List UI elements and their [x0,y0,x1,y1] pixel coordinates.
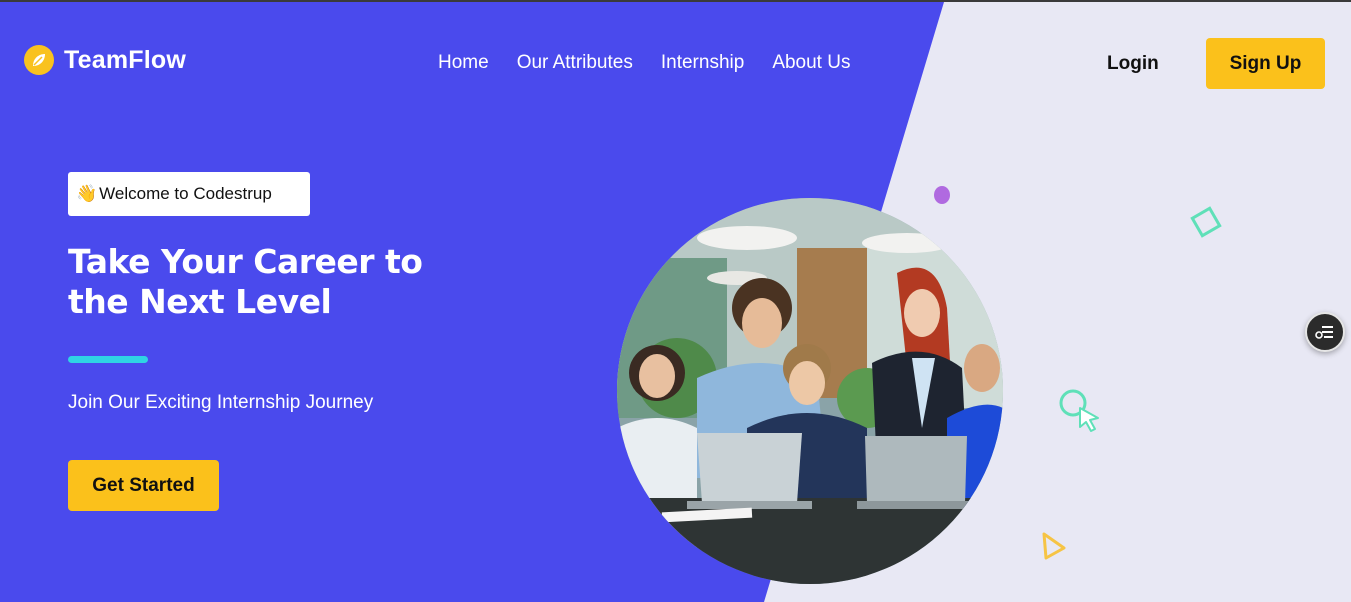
purple-dot [934,186,950,204]
hero-title-line-1: Take Your Career to [68,242,423,281]
hero-title-line-2: the Next Level [68,282,332,321]
brand-logo[interactable]: TeamFlow [24,45,186,75]
yellow-triangle [1042,532,1066,560]
hero-title: Take Your Career to the Next Level [68,242,468,322]
hero-subtitle: Join Our Exciting Internship Journey [68,392,374,413]
login-link[interactable]: Login [1107,53,1159,75]
signup-button[interactable]: Sign Up [1206,38,1325,89]
welcome-text: Welcome to Codestrup [99,184,272,203]
nav-item-about-us[interactable]: About Us [772,52,850,74]
waving-hand-icon: 👋 [76,184,98,203]
hero-team-photo [617,198,1003,584]
teal-diamond [1190,206,1222,238]
nav-item-home[interactable]: Home [438,52,489,74]
leaf-icon [24,45,54,75]
brand-name: TeamFlow [64,45,186,74]
get-started-button[interactable]: Get Started [68,460,219,511]
menu-settings-icon[interactable] [1305,312,1345,352]
nav-item-internship[interactable]: Internship [661,52,744,74]
accent-divider [68,356,148,363]
nav-item-our-attributes[interactable]: Our Attributes [517,52,633,74]
welcome-badge: 👋 Welcome to Codestrup [68,172,310,216]
landing-page: TeamFlow Home Our Attributes Internship … [0,0,1351,602]
cursor-click-icon [1059,389,1099,432]
main-nav: Home Our Attributes Internship About Us [438,52,850,74]
